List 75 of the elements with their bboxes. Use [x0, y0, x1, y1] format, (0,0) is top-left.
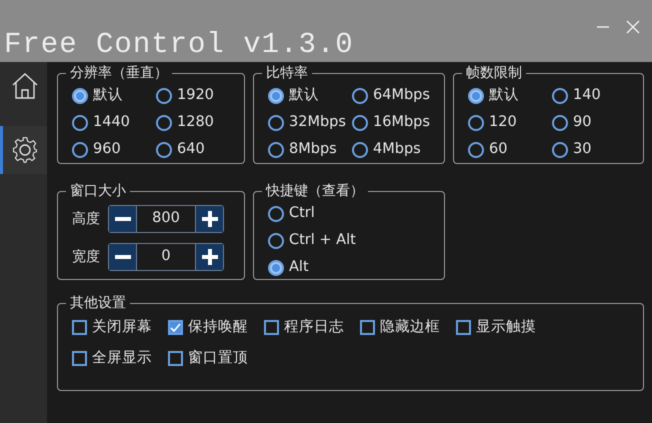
checkbox-option[interactable]: 窗口置顶 — [168, 343, 248, 374]
radio-option[interactable]: 960 — [72, 136, 156, 163]
group-title: 快捷键（查看） — [264, 182, 365, 200]
number-stepper[interactable]: 800 — [108, 205, 224, 233]
radio-button[interactable] — [72, 88, 88, 104]
radio-button[interactable] — [156, 88, 172, 104]
checkbox[interactable] — [264, 320, 279, 335]
radio-option[interactable]: 8Mbps — [268, 136, 352, 163]
plus-icon — [202, 211, 218, 227]
radio-option[interactable]: Alt — [268, 254, 434, 281]
checkbox-option[interactable]: 隐藏边框 — [360, 312, 440, 343]
radio-option[interactable]: 默认 — [72, 82, 156, 109]
radio-button[interactable] — [468, 142, 484, 158]
decrement-button[interactable] — [109, 206, 136, 232]
radio-button[interactable] — [72, 114, 88, 130]
radio-button[interactable] — [156, 114, 172, 130]
increment-button[interactable] — [196, 206, 223, 232]
group-title: 比特率 — [265, 64, 309, 82]
increment-button[interactable] — [196, 244, 223, 270]
number-stepper[interactable]: 0 — [108, 243, 224, 271]
radio-button[interactable] — [268, 260, 284, 276]
radio-button[interactable] — [268, 232, 284, 248]
radio-option[interactable]: 64Mbps — [352, 82, 434, 109]
checkbox[interactable] — [168, 320, 183, 335]
radio-button[interactable] — [268, 206, 284, 222]
radio-button[interactable] — [156, 142, 172, 158]
window-title: Free Control v1.3.0 — [4, 30, 354, 59]
checkbox-option[interactable]: 保持唤醒 — [168, 312, 248, 343]
radio-button[interactable] — [552, 142, 568, 158]
decrement-button[interactable] — [109, 244, 136, 270]
checkbox[interactable] — [72, 351, 87, 366]
radio-button[interactable] — [268, 88, 284, 104]
radio-option[interactable]: 1440 — [72, 109, 156, 136]
radio-option[interactable]: 60 — [468, 136, 552, 163]
radio-button[interactable] — [268, 142, 284, 158]
checkbox-option[interactable]: 显示触摸 — [456, 312, 536, 343]
plus-icon — [202, 249, 218, 265]
radio-option[interactable]: 默认 — [468, 82, 552, 109]
radio-button[interactable] — [72, 142, 88, 158]
radio-button[interactable] — [352, 114, 368, 130]
radio-option[interactable]: 30 — [552, 136, 633, 163]
checkbox[interactable] — [168, 351, 183, 366]
radio-option[interactable]: 32Mbps — [268, 109, 352, 136]
radio-option[interactable]: 120 — [468, 109, 552, 136]
radio-option[interactable]: 16Mbps — [352, 109, 434, 136]
checkbox-option[interactable]: 程序日志 — [264, 312, 344, 343]
radio-option[interactable]: 140 — [552, 82, 633, 109]
close-icon[interactable] — [626, 20, 640, 34]
radio-button[interactable] — [268, 114, 284, 130]
sidebar-tab[interactable] — [0, 126, 47, 174]
checkbox[interactable] — [456, 320, 471, 335]
field-label: 高度 — [72, 210, 100, 228]
radio-option[interactable]: 1920 — [156, 82, 234, 109]
checkbox-option[interactable]: 关闭屏幕 — [72, 312, 152, 343]
radio-button[interactable] — [468, 88, 484, 104]
radio-option[interactable]: 640 — [156, 136, 234, 163]
radio-button[interactable] — [468, 114, 484, 130]
radio-button[interactable] — [552, 88, 568, 104]
radio-option[interactable]: 90 — [552, 109, 633, 136]
radio-option[interactable]: Ctrl + Alt — [268, 227, 434, 254]
checkbox[interactable] — [360, 320, 375, 335]
radio-button[interactable] — [352, 142, 368, 158]
checkbox[interactable] — [72, 320, 87, 335]
radio-option[interactable]: Ctrl — [268, 200, 434, 227]
radio-button[interactable] — [552, 114, 568, 130]
group-title: 窗口大小 — [69, 182, 127, 200]
checkbox-option[interactable]: 全屏显示 — [72, 343, 152, 374]
radio-button[interactable] — [352, 88, 368, 104]
radio-option[interactable]: 默认 — [268, 82, 352, 109]
group-title: 分辨率（垂直） — [69, 64, 169, 82]
group-title: 帧数限制 — [465, 64, 523, 82]
group-title: 其他设置 — [69, 294, 127, 312]
field-label: 宽度 — [72, 248, 100, 266]
radio-option[interactable]: 1280 — [156, 109, 234, 136]
radio-option[interactable]: 4Mbps — [352, 136, 434, 163]
